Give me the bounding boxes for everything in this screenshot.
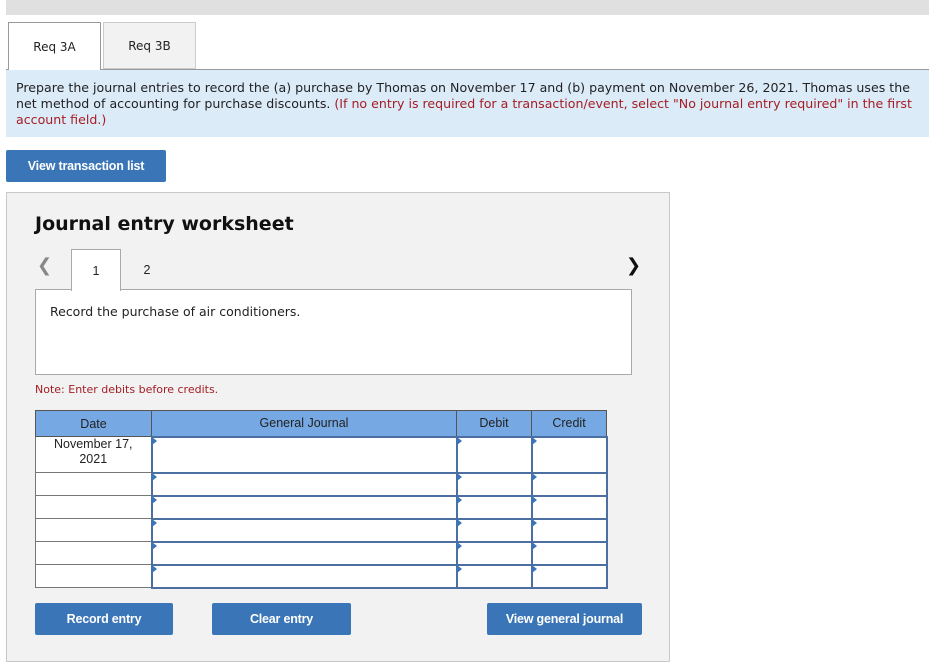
table-row: [35, 563, 608, 589]
account-input[interactable]: [150, 494, 458, 520]
debit-input[interactable]: [455, 471, 533, 497]
date-line-2: 2021: [79, 452, 108, 466]
step-tab-2[interactable]: 2: [122, 249, 172, 291]
chevron-left-icon[interactable]: ❮: [37, 255, 52, 276]
debit-credit-note: Note: Enter debits before credits.: [35, 383, 219, 396]
chevron-right-icon[interactable]: ❯: [626, 255, 641, 276]
header-date: Date: [35, 410, 152, 437]
table-row: November 17, 2021: [35, 435, 608, 474]
date-cell: [35, 495, 152, 519]
clear-entry-button[interactable]: Clear entry: [212, 603, 351, 635]
header-credit: Credit: [531, 410, 607, 437]
table-row: [35, 517, 608, 543]
date-cell: November 17, 2021: [35, 436, 152, 473]
account-input[interactable]: [150, 435, 458, 474]
journal-table: Date General Journal Debit Credit Novemb…: [35, 410, 608, 589]
journal-entry-worksheet: Journal entry worksheet ❮ 1 2 ❯ Record t…: [6, 192, 670, 662]
entry-description: Record the purchase of air conditioners.: [35, 289, 632, 375]
date-line-1: November 17,: [53, 437, 133, 451]
date-cell: [35, 518, 152, 542]
account-input[interactable]: [150, 471, 458, 497]
date-cell: [35, 541, 152, 565]
view-transaction-list-button[interactable]: View transaction list: [6, 150, 166, 182]
table-row: [35, 471, 608, 497]
debit-input[interactable]: [455, 517, 533, 543]
credit-input[interactable]: [530, 563, 608, 589]
journal-header-row: Date General Journal Debit Credit: [35, 410, 607, 437]
debit-input[interactable]: [455, 435, 533, 474]
account-input[interactable]: [150, 563, 458, 589]
table-row: [35, 494, 608, 520]
debit-input[interactable]: [455, 563, 533, 589]
table-row: [35, 540, 608, 566]
view-general-journal-button[interactable]: View general journal: [487, 603, 642, 635]
entry-description-text: Record the purchase of air conditioners.: [50, 304, 301, 319]
credit-input[interactable]: [530, 494, 608, 520]
date-cell: [35, 472, 152, 496]
date-cell: [35, 564, 152, 588]
tab-req-3a[interactable]: Req 3A: [8, 22, 101, 70]
record-entry-button[interactable]: Record entry: [35, 603, 173, 635]
tab-req-3b[interactable]: Req 3B: [103, 22, 196, 69]
credit-input[interactable]: [530, 471, 608, 497]
worksheet-title: Journal entry worksheet: [35, 213, 294, 235]
account-input[interactable]: [150, 517, 458, 543]
credit-input[interactable]: [530, 435, 608, 474]
instructions-panel: Prepare the journal entries to record th…: [6, 70, 929, 137]
top-bar: [6, 0, 929, 15]
step-tab-1[interactable]: 1: [71, 249, 121, 291]
header-debit: Debit: [456, 410, 532, 437]
header-general-journal: General Journal: [151, 410, 457, 437]
debit-input[interactable]: [455, 540, 533, 566]
credit-input[interactable]: [530, 540, 608, 566]
credit-input[interactable]: [530, 517, 608, 543]
account-input[interactable]: [150, 540, 458, 566]
debit-input[interactable]: [455, 494, 533, 520]
